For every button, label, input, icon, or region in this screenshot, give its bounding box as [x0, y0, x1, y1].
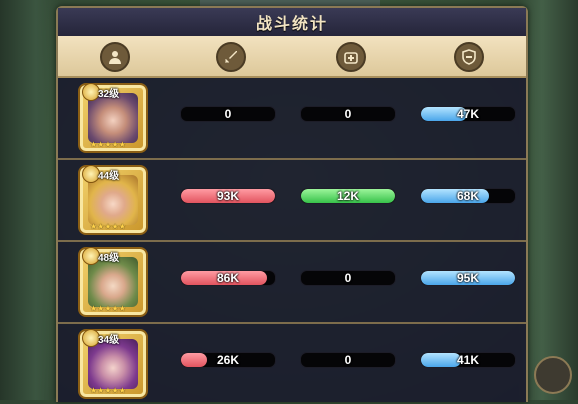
defense-value: 41K — [456, 353, 479, 367]
heal-bar: 12K — [300, 188, 396, 204]
defense-bar: 41K — [420, 352, 516, 368]
hero-row[interactable]: 44级 ★★★★★ 93K 12K 68K — [58, 160, 526, 242]
heal-bar: 0 — [300, 270, 396, 286]
hero-face-image — [88, 339, 138, 389]
column-header-row — [58, 36, 526, 78]
damage-bar: 26K — [180, 352, 276, 368]
battle-stats-panel: 战斗统计 32级 ★★★★★ 0 0 47K 44级 ★★★★★ 93K 12K… — [56, 6, 528, 402]
hero-stars: ★★★★★ — [90, 140, 126, 149]
defense-value: 95K — [456, 271, 479, 285]
hero-portrait[interactable]: 32级 ★★★★★ — [78, 83, 148, 153]
defense-value: 68K — [456, 189, 479, 203]
tree-left — [0, 0, 60, 400]
defense-bar: 95K — [420, 270, 516, 286]
hero-portrait[interactable]: 48级 ★★★★★ — [78, 247, 148, 317]
hero-face-image — [88, 175, 138, 225]
defense-value: 47K — [456, 107, 479, 121]
hero-portrait[interactable]: 44级 ★★★★★ — [78, 165, 148, 235]
heal-icon — [336, 42, 366, 72]
sword-icon — [216, 42, 246, 72]
person-icon — [100, 42, 130, 72]
hero-row[interactable]: 48级 ★★★★★ 86K 0 95K — [58, 242, 526, 324]
hero-level: 32级 — [98, 89, 120, 100]
heal-bar: 0 — [300, 352, 396, 368]
damage-value: 93K — [216, 189, 239, 203]
heal-bar: 0 — [300, 106, 396, 122]
damage-value: 86K — [216, 271, 239, 285]
hero-portrait[interactable]: 34级 ★★★★★ — [78, 329, 148, 399]
damage-bar: 93K — [180, 188, 276, 204]
heal-value: 12K — [336, 189, 359, 203]
hero-face-image — [88, 257, 138, 307]
damage-value: 0 — [224, 107, 232, 121]
defense-bar: 47K — [420, 106, 516, 122]
heal-value: 0 — [344, 271, 352, 285]
hero-level: 48级 — [98, 253, 120, 264]
defense-bar: 68K — [420, 188, 516, 204]
hero-face-image — [88, 93, 138, 143]
heal-value: 0 — [344, 353, 352, 367]
hero-row[interactable]: 34级 ★★★★★ 26K 0 41K — [58, 324, 526, 404]
damage-bar: 86K — [180, 270, 276, 286]
hero-stars: ★★★★★ — [90, 222, 126, 231]
panel-title-bar: 战斗统计 — [58, 8, 526, 36]
hero-row[interactable]: 32级 ★★★★★ 0 0 47K — [58, 78, 526, 160]
hero-level: 44级 — [98, 171, 120, 182]
compass-icon[interactable] — [534, 356, 572, 394]
damage-value: 26K — [216, 353, 239, 367]
hero-level: 34级 — [98, 335, 120, 346]
heal-value: 0 — [344, 107, 352, 121]
hero-stars: ★★★★★ — [90, 386, 126, 395]
shield-icon — [454, 42, 484, 72]
damage-bar: 0 — [180, 106, 276, 122]
panel-title: 战斗统计 — [255, 16, 328, 33]
hero-stars: ★★★★★ — [90, 304, 126, 313]
